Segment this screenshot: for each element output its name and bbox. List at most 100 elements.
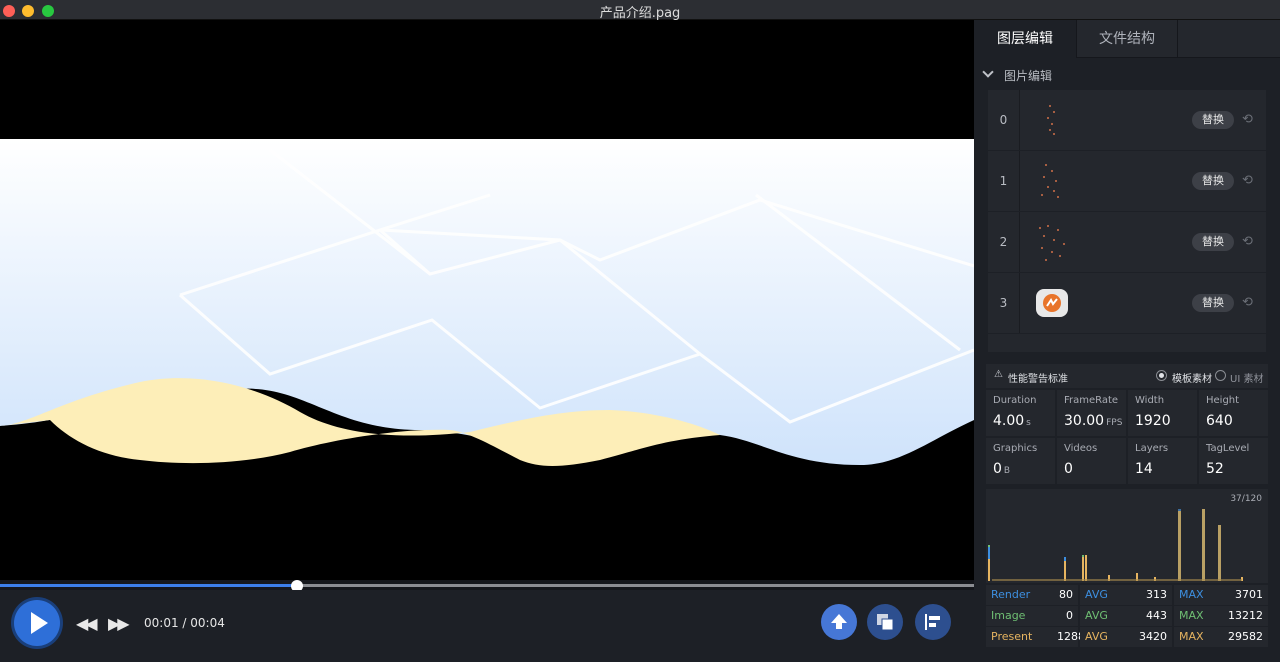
stat-key: Height bbox=[1206, 395, 1240, 406]
stat-value: 4.00 s bbox=[993, 413, 1031, 429]
metric-name: Present bbox=[986, 627, 1052, 647]
replace-button[interactable]: 替换 bbox=[1192, 172, 1234, 190]
list-item: 0 替换 ⟲ bbox=[988, 90, 1266, 150]
time-readout: 00:01 / 00:04 bbox=[144, 616, 225, 630]
max-value: 29582 bbox=[1222, 627, 1268, 647]
metric-name: Image bbox=[986, 606, 1052, 626]
stat-width: Width 1920 bbox=[1128, 390, 1197, 436]
playback-controls: ◀◀ ▶▶ 00:01 / 00:04 bbox=[0, 590, 974, 662]
timeline-progress bbox=[0, 584, 297, 587]
stat-value: 1920 bbox=[1135, 413, 1171, 429]
stat-framerate: FrameRate 30.00 FPS bbox=[1057, 390, 1126, 436]
compare-button[interactable] bbox=[867, 604, 903, 640]
stat-height: Height 640 bbox=[1199, 390, 1268, 436]
stat-layers: Layers 14 bbox=[1128, 438, 1197, 484]
max-label: MAX bbox=[1174, 606, 1222, 626]
upload-icon bbox=[831, 614, 847, 629]
timeline-slider[interactable] bbox=[0, 580, 974, 592]
inspector-panel: 图层编辑 文件结构 图片编辑 0 替换 ⟲ 1 替换 ⟲ 2 替换 ⟲ 3 替换… bbox=[974, 20, 1280, 662]
max-value: 3701 bbox=[1222, 585, 1268, 605]
avg-label: AVG bbox=[1080, 627, 1126, 647]
chevron-down-icon bbox=[982, 66, 994, 78]
list-item: 3 替换 ⟲ bbox=[988, 273, 1266, 333]
metric-name: Render bbox=[986, 585, 1052, 605]
layers-icon bbox=[877, 614, 894, 631]
stat-key: Width bbox=[1135, 395, 1165, 406]
stat-duration: Duration 4.00 s bbox=[986, 390, 1055, 436]
align-left-icon bbox=[925, 614, 940, 630]
title-bar: 产品介绍.pag bbox=[0, 0, 1280, 21]
file-stats-grid: Duration 4.00 s FrameRate 30.00 FPS Width … bbox=[986, 390, 1268, 486]
stat-value: 14 bbox=[1135, 461, 1153, 477]
play-button[interactable] bbox=[14, 600, 60, 646]
image-thumbnail bbox=[1047, 105, 1055, 135]
stat-value: 52 bbox=[1206, 461, 1224, 477]
stat-key: Duration bbox=[993, 395, 1037, 406]
performance-header: ⚠ 性能警告标准 模板素材 UI 素材 bbox=[986, 364, 1268, 388]
image-thumbnail bbox=[1039, 225, 1065, 261]
image-edit-section-header[interactable]: 图片编辑 bbox=[974, 64, 1280, 86]
fast-forward-icon[interactable]: ▶▶ bbox=[108, 614, 130, 633]
undo-icon[interactable]: ⟲ bbox=[1242, 112, 1253, 127]
frame-timing-graph: 37/120 bbox=[986, 489, 1268, 583]
stat-graphics: Graphics 0B bbox=[986, 438, 1055, 484]
image-index: 2 bbox=[988, 212, 1020, 272]
max-label: MAX bbox=[1174, 585, 1222, 605]
avg-label: AVG bbox=[1080, 606, 1126, 626]
list-item bbox=[988, 334, 1266, 352]
stat-videos: Videos 0 bbox=[1057, 438, 1126, 484]
replace-button[interactable]: 替换 bbox=[1192, 233, 1234, 251]
avg-value: 313 bbox=[1126, 585, 1172, 605]
image-list: 0 替换 ⟲ 1 替换 ⟲ 2 替换 ⟲ 3 替换 ⟲ bbox=[988, 90, 1266, 352]
tab-file-structure[interactable]: 文件结构 bbox=[1076, 20, 1178, 58]
list-item: 2 替换 ⟲ bbox=[988, 212, 1266, 272]
warning-icon: ⚠ bbox=[994, 369, 1003, 380]
image-index: 3 bbox=[988, 273, 1020, 333]
stat-taglevel: TagLevel 52 bbox=[1199, 438, 1268, 484]
stat-key: Graphics bbox=[993, 443, 1038, 454]
inspector-tabs: 图层编辑 文件结构 bbox=[974, 20, 1280, 58]
stat-value: 0 bbox=[1064, 461, 1073, 477]
undo-icon[interactable]: ⟲ bbox=[1242, 173, 1253, 188]
ui-asset-label[interactable]: UI 素材 bbox=[1230, 370, 1263, 385]
replace-button[interactable]: 替换 bbox=[1192, 294, 1234, 312]
rewind-icon[interactable]: ◀◀ bbox=[76, 614, 98, 633]
list-item: 1 替换 ⟲ bbox=[988, 151, 1266, 211]
align-button[interactable] bbox=[915, 604, 951, 640]
tab-layer-edit[interactable]: 图层编辑 bbox=[974, 20, 1076, 58]
max-value: 13212 bbox=[1222, 606, 1268, 626]
stat-key: Videos bbox=[1064, 443, 1098, 454]
image-thumbnail bbox=[1041, 164, 1059, 198]
replace-button[interactable]: 替换 bbox=[1192, 111, 1234, 129]
stat-key: TagLevel bbox=[1206, 443, 1250, 454]
stat-key: Layers bbox=[1135, 443, 1169, 454]
template-asset-label[interactable]: 模板素材 bbox=[1172, 370, 1212, 385]
preview-canvas bbox=[0, 20, 974, 580]
export-button[interactable] bbox=[821, 604, 857, 640]
performance-warning-label: 性能警告标准 bbox=[1008, 374, 1068, 385]
image-thumbnail bbox=[1036, 289, 1068, 317]
undo-icon[interactable]: ⟲ bbox=[1242, 234, 1253, 249]
image-index: 0 bbox=[988, 90, 1020, 150]
stat-value: 30.00 FPS bbox=[1064, 413, 1123, 429]
undo-icon[interactable]: ⟲ bbox=[1242, 295, 1253, 310]
image-index: 1 bbox=[988, 151, 1020, 211]
avg-value: 443 bbox=[1126, 606, 1172, 626]
max-label: MAX bbox=[1174, 627, 1222, 647]
stat-value: 640 bbox=[1206, 413, 1233, 429]
template-asset-radio[interactable] bbox=[1156, 370, 1167, 381]
performance-table: Render 80 AVG 313 MAX 3701 Image 0 AVG 4… bbox=[986, 585, 1268, 649]
table-row: Image 0 AVG 443 MAX 13212 bbox=[986, 606, 1268, 626]
metric-value: 80 bbox=[1052, 585, 1078, 605]
stat-value: 0B bbox=[993, 461, 1011, 477]
table-row: Present 1288 AVG 3420 MAX 29582 bbox=[986, 627, 1268, 647]
metric-value: 0 bbox=[1052, 606, 1078, 626]
section-title: 图片编辑 bbox=[1004, 69, 1053, 83]
preview-artwork bbox=[0, 20, 974, 580]
metric-value: 1288 bbox=[1052, 627, 1085, 647]
frame-timing-bars bbox=[988, 509, 1243, 581]
avg-label: AVG bbox=[1080, 585, 1126, 605]
table-row: Render 80 AVG 313 MAX 3701 bbox=[986, 585, 1268, 605]
ui-asset-radio[interactable] bbox=[1215, 370, 1226, 381]
avg-value: 3420 bbox=[1126, 627, 1172, 647]
